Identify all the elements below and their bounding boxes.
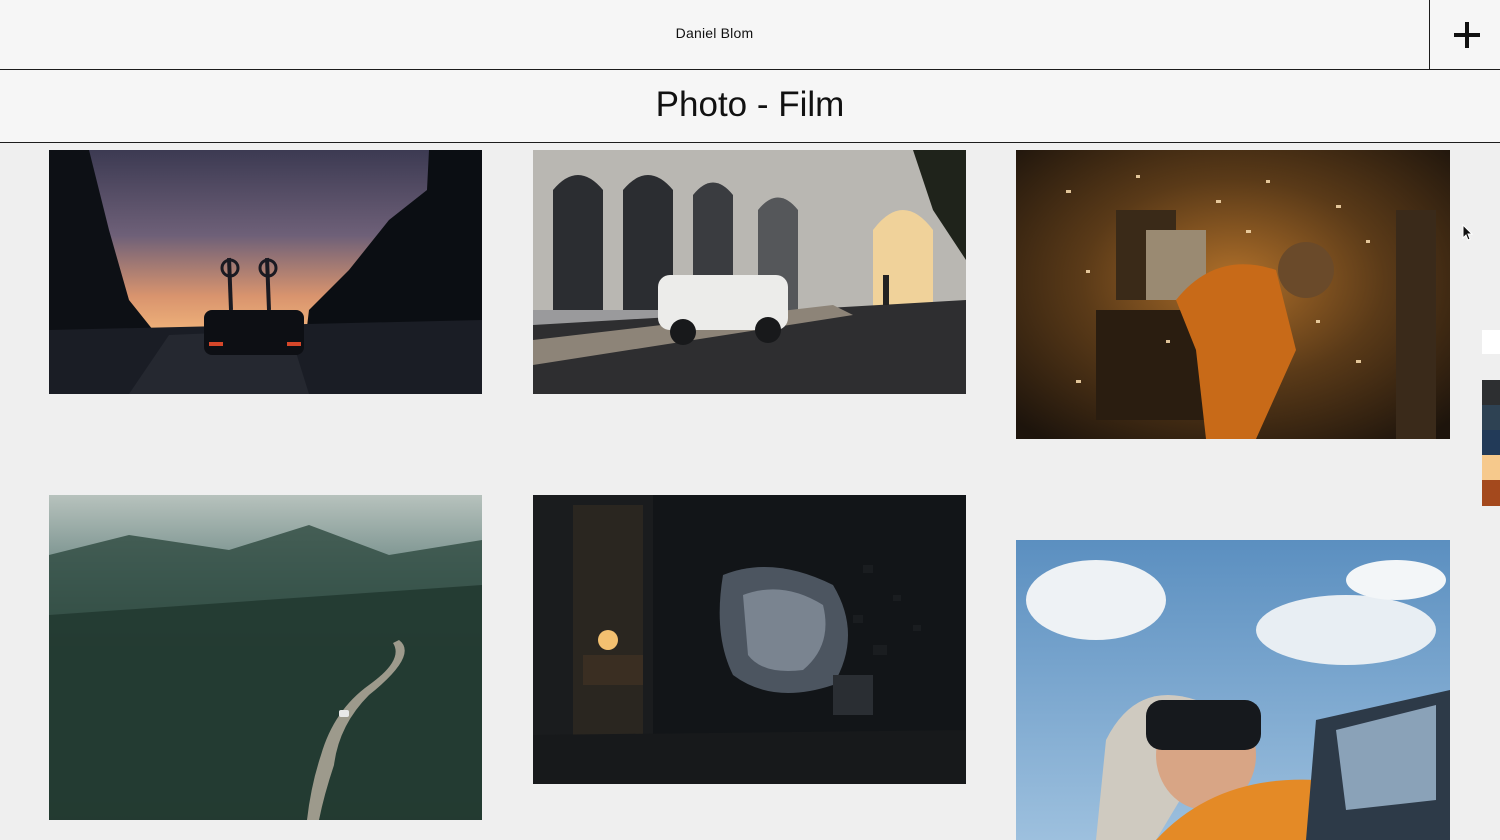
swatch-sand [1482, 455, 1500, 480]
gallery-image-3[interactable] [1016, 150, 1450, 439]
gallery-image-1[interactable] [49, 150, 482, 394]
gallery-image-4[interactable] [49, 495, 482, 820]
title-bar: Photo - Film [0, 70, 1500, 143]
menu-button[interactable] [1429, 0, 1500, 70]
top-bar: Daniel Blom [0, 0, 1500, 70]
arrow-cursor-icon [1462, 224, 1474, 241]
site-name[interactable]: Daniel Blom [0, 25, 1429, 41]
swatch-navy [1482, 430, 1500, 455]
swatch-white [1482, 330, 1500, 354]
swatch-rust [1482, 480, 1500, 506]
swatch-slate [1482, 405, 1500, 430]
gallery-image-6[interactable] [1016, 540, 1450, 840]
gallery-image-5[interactable] [533, 495, 966, 784]
page-title: Photo - Film [655, 85, 845, 124]
gallery-image-2[interactable] [533, 150, 966, 394]
swatch-charcoal [1482, 380, 1500, 405]
